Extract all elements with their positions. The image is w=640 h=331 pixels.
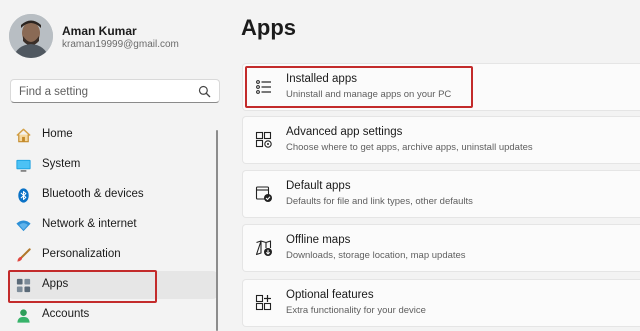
sidebar-item-label: System <box>42 158 81 170</box>
sidebar: Aman Kumar kraman19999@gmail.com Home Sy… <box>0 0 228 331</box>
sidebar-item-label: Accounts <box>42 308 90 320</box>
sidebar-item-label: Home <box>42 128 73 140</box>
card-optional-features[interactable]: Optional features Extra functionality fo… <box>242 279 640 327</box>
card-subtitle: Downloads, storage location, map updates <box>286 250 466 261</box>
sidebar-item-label: Personalization <box>42 248 121 260</box>
sidebar-item-label: Network & internet <box>42 218 137 230</box>
card-subtitle: Defaults for file and link types, other … <box>286 196 473 207</box>
home-icon <box>16 128 31 143</box>
card-subtitle: Choose where to get apps, archive apps, … <box>286 142 533 153</box>
card-subtitle: Uninstall and manage apps on your PC <box>286 89 452 100</box>
card-title: Offline maps <box>286 234 351 246</box>
bluetooth-icon <box>18 188 29 203</box>
default-apps-icon <box>255 186 272 202</box>
user-name: Aman Kumar <box>62 24 137 38</box>
person-icon <box>17 309 30 323</box>
monitor-icon <box>16 159 31 172</box>
sidebar-item-label: Apps <box>42 278 69 290</box>
card-installed-apps[interactable]: Installed apps Uninstall and manage apps… <box>242 63 640 111</box>
list-icon <box>256 80 271 94</box>
sidebar-item-bluetooth[interactable]: Bluetooth & devices <box>9 181 217 209</box>
page-title: Apps <box>241 15 296 40</box>
sidebar-item-accounts[interactable]: Accounts <box>9 301 217 329</box>
search-box <box>10 79 220 103</box>
apps-icon <box>16 278 31 293</box>
sidebar-item-system[interactable]: System <box>9 151 217 179</box>
user-email: kraman19999@gmail.com <box>62 39 179 50</box>
map-download-icon <box>255 240 272 256</box>
card-title: Optional features <box>286 289 374 301</box>
sidebar-scrollbar[interactable] <box>216 130 218 331</box>
card-offline-maps[interactable]: Offline maps Downloads, storage location… <box>242 224 640 272</box>
brush-icon <box>17 248 31 262</box>
app-settings-icon <box>255 131 272 148</box>
sidebar-item-home[interactable]: Home <box>9 121 217 149</box>
add-feature-icon <box>255 294 272 311</box>
search-input[interactable] <box>17 83 196 101</box>
avatar <box>9 14 53 58</box>
search-icon[interactable] <box>198 85 211 98</box>
sidebar-item-personalization[interactable]: Personalization <box>9 241 217 269</box>
card-title: Default apps <box>286 180 351 192</box>
card-title: Installed apps <box>286 73 357 85</box>
sidebar-item-network[interactable]: Network & internet <box>9 211 217 239</box>
wifi-icon <box>16 220 31 232</box>
card-advanced-app-settings[interactable]: Advanced app settings Choose where to ge… <box>242 116 640 164</box>
card-default-apps[interactable]: Default apps Defaults for file and link … <box>242 170 640 218</box>
card-subtitle: Extra functionality for your device <box>286 305 426 316</box>
sidebar-item-label: Bluetooth & devices <box>42 188 144 200</box>
sidebar-item-apps[interactable]: Apps <box>9 271 217 299</box>
user-profile[interactable]: Aman Kumar kraman19999@gmail.com <box>0 0 228 70</box>
card-title: Advanced app settings <box>286 126 403 138</box>
